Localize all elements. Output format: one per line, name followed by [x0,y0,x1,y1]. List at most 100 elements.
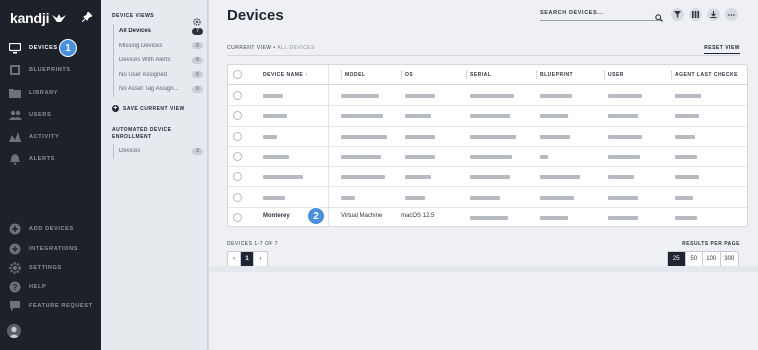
os-cell: macOS 12.5 [401,212,435,219]
table-row[interactable] [228,127,747,147]
column-title: Device Name [263,72,304,78]
help-icon: ? [8,280,22,294]
obscured-cell [540,215,568,220]
column-header-agent-last-check-in[interactable]: Agent Last Checke [675,72,738,78]
obscured-cell [263,154,289,159]
view-item-missing-devices[interactable]: Missing Devices 0 [114,39,203,54]
table-row[interactable] [228,188,747,208]
obscured-cell [263,175,303,180]
users-icon [8,108,22,122]
view-count: 0 [192,85,203,93]
row-checkbox[interactable] [233,131,242,141]
obscured-cell [405,154,435,159]
nav-label-help: Help [29,284,47,290]
nav-blueprints[interactable]: Blueprints [0,59,101,81]
column-separator[interactable] [671,71,672,79]
view-label: Devices With Alerts [119,57,171,64]
page-size-25[interactable]: 25 [668,252,686,266]
obscured-cell [263,134,277,139]
device-views-list: All Devices 7 Missing Devices 0 Devices … [113,24,203,97]
table-row[interactable] [228,106,747,127]
export-button[interactable] [707,8,720,21]
chat-icon [8,299,22,313]
nav-activity[interactable]: Activity [0,126,101,148]
obscured-cell [470,154,512,159]
table-row[interactable] [228,147,747,168]
ade-title-line2: Enrollment [112,134,152,140]
view-item-no-user-assigned[interactable]: No User Assigned 0 [114,68,203,83]
view-item-no-asset-tag[interactable]: No Asset Tag Assign... 0 [114,82,203,97]
columns-icon [692,11,699,18]
nav-add-devices[interactable]: Add Devices [0,218,101,240]
view-label: No User Assigned [119,71,168,78]
plus-circle-icon [8,222,22,236]
row-checkbox[interactable] [233,151,242,161]
page-size-50[interactable]: 50 [686,252,703,266]
nav-alerts[interactable]: Alerts [0,148,101,170]
obscured-cell [675,195,693,200]
filter-button[interactable] [671,8,684,21]
obscured-cell [470,195,500,200]
nav-devices[interactable]: Devices [0,37,101,59]
column-separator[interactable] [466,71,467,79]
row-checkbox[interactable] [233,192,242,202]
view-item-ade-devices[interactable]: Devices 3 [114,144,203,159]
obscured-cell [263,94,283,98]
obscured-cell [540,114,568,119]
avatar[interactable] [7,324,21,338]
obscured-cell [608,195,638,200]
pin-icon[interactable] [81,9,93,27]
column-header-user[interactable]: User [608,72,624,78]
reset-view-button[interactable]: Reset View [704,45,740,54]
device-name-cell[interactable]: Monterey [263,213,290,219]
prev-page-button[interactable]: ‹ [228,252,241,266]
view-count: 0 [192,71,203,79]
row-checkbox[interactable] [233,91,242,100]
column-header-model[interactable]: Model [345,72,366,78]
ade-title: Automated Device Enrollment [112,127,171,141]
folder-icon [8,86,22,100]
column-header-serial[interactable]: Serial [470,72,491,78]
column-separator[interactable] [401,71,402,79]
column-separator[interactable] [536,71,537,79]
column-separator[interactable] [341,71,342,79]
view-item-all-devices[interactable]: All Devices 7 [114,24,203,39]
next-page-button[interactable]: › [254,252,267,266]
table-row[interactable] [228,167,747,188]
table-row[interactable]: Monterey Virtual Machine macOS 12.5 [228,208,747,226]
page-button-current[interactable]: 1 [241,252,254,266]
search-input[interactable]: Search Devices... [540,8,663,22]
column-header-device-name[interactable]: Device Name ↑ [263,72,308,78]
obscured-cell [540,195,574,200]
save-view-label: Save Current View [123,105,185,112]
more-options-button[interactable] [725,8,738,21]
column-header-os[interactable]: OS [405,72,413,78]
brand-logo[interactable]: kandji [10,10,67,26]
obscured-cell [405,134,435,139]
nav-label-feature-request: Feature Request [29,303,93,309]
select-all-checkbox[interactable] [233,70,242,79]
table-row[interactable] [228,86,747,107]
obscured-cell [470,94,514,98]
column-separator[interactable] [604,71,605,79]
nav-library[interactable]: Library [0,82,101,104]
nav-users[interactable]: Users [0,104,101,126]
page-size-100[interactable]: 100 [703,252,721,266]
obscured-cell [540,94,572,98]
page-size-300[interactable]: 300 [721,252,739,266]
nav-label-blueprints: Blueprints [29,67,71,73]
download-icon [710,11,717,18]
obscured-cell [405,195,425,200]
obscured-cell [608,114,638,119]
obscured-cell [341,134,387,139]
columns-button[interactable] [689,8,702,21]
view-item-devices-with-alerts[interactable]: Devices With Alerts 0 [114,53,203,68]
column-header-blueprint[interactable]: Blueprint [540,72,573,78]
row-checkbox[interactable] [233,172,242,182]
row-checkbox[interactable] [233,111,242,121]
row-checkbox[interactable] [233,212,242,222]
obscured-cell [341,195,355,200]
bell-icon [8,152,22,166]
save-current-view-button[interactable]: + Save Current View [112,105,185,112]
nav-feature-request[interactable]: Feature Request [0,295,101,317]
